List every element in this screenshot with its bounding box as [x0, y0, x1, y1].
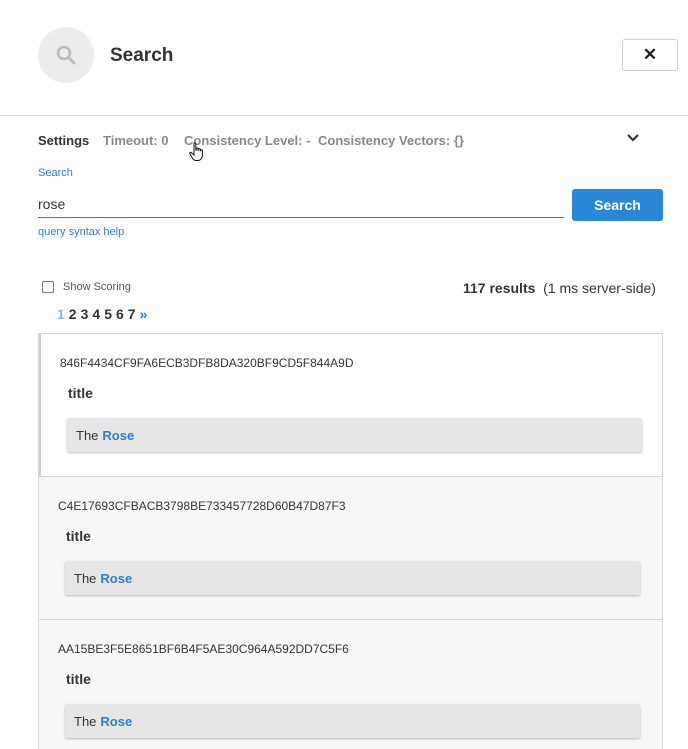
- page-title: Search: [110, 45, 174, 66]
- chevron-down-icon[interactable]: [626, 133, 640, 143]
- result-field-name: title: [66, 528, 91, 544]
- consistency-vectors-setting: Consistency Vectors: {}: [318, 133, 464, 148]
- result-snippet: The Rose: [65, 704, 640, 738]
- server-timing: (1 ms server-side): [543, 280, 656, 296]
- search-input[interactable]: [38, 190, 564, 218]
- result-item[interactable]: C4E17693CFBACB3798BE733457728D60B47D87F3…: [39, 477, 662, 620]
- result-id: C4E17693CFBACB3798BE733457728D60B47D87F3: [58, 499, 346, 513]
- page-link-7[interactable]: 7: [128, 306, 136, 322]
- result-field-name: title: [66, 671, 91, 687]
- results-list: 846F4434CF9FA6ECB3DFB8DA320BF9CD5F844A9D…: [38, 333, 663, 749]
- page-link-2[interactable]: 2: [69, 306, 77, 322]
- query-syntax-help-link[interactable]: query syntax help: [38, 226, 124, 238]
- result-snippet: The Rose: [67, 418, 642, 452]
- result-item[interactable]: AA15BE3F5E8651BF6B4F5AE30C964A592DD7C5F6…: [39, 620, 662, 749]
- result-id: 846F4434CF9FA6ECB3DFB8DA320BF9CD5F844A9D: [60, 356, 354, 370]
- search-badge: [38, 27, 94, 83]
- page-link-5[interactable]: 5: [104, 306, 112, 322]
- search-field-label: Search: [38, 167, 73, 179]
- results-count: 117 results: [463, 280, 536, 296]
- show-scoring-label: Show Scoring: [63, 281, 131, 293]
- result-item[interactable]: 846F4434CF9FA6ECB3DFB8DA320BF9CD5F844A9D…: [39, 334, 662, 477]
- page-link-4[interactable]: 4: [92, 306, 100, 322]
- snippet-highlight: Rose: [100, 713, 133, 729]
- snippet-text: The: [74, 713, 97, 729]
- result-field-name: title: [68, 385, 93, 401]
- close-icon: ✕: [642, 45, 658, 64]
- settings-label: Settings: [38, 133, 90, 148]
- pagination: 1 2 3 4 5 6 7 »: [57, 306, 151, 322]
- close-button[interactable]: ✕: [622, 39, 678, 71]
- page-link-1[interactable]: 1: [57, 306, 65, 322]
- show-scoring-checkbox[interactable]: [42, 281, 54, 293]
- magnifier-icon: [56, 45, 76, 65]
- results-summary: 117 results (1 ms server-side): [463, 280, 656, 296]
- settings-bar[interactable]: Settings Timeout: 0 Consistency Level: -…: [38, 133, 648, 151]
- search-button[interactable]: Search: [572, 189, 663, 221]
- snippet-text: The: [76, 427, 99, 443]
- snippet-highlight: Rose: [102, 427, 135, 443]
- search-panel-header: Search ✕: [0, 0, 688, 116]
- snippet-highlight: Rose: [100, 570, 133, 586]
- show-scoring-toggle[interactable]: Show Scoring: [42, 281, 131, 293]
- page-link-3[interactable]: 3: [81, 306, 89, 322]
- hand-cursor-icon: [189, 142, 203, 161]
- result-snippet: The Rose: [65, 561, 640, 595]
- result-id: AA15BE3F5E8651BF6B4F5AE30C964A592DD7C5F6: [58, 642, 349, 656]
- snippet-text: The: [74, 570, 97, 586]
- timeout-setting: Timeout: 0: [103, 133, 169, 148]
- page-link-6[interactable]: 6: [116, 306, 124, 322]
- next-page-link[interactable]: »: [140, 306, 148, 322]
